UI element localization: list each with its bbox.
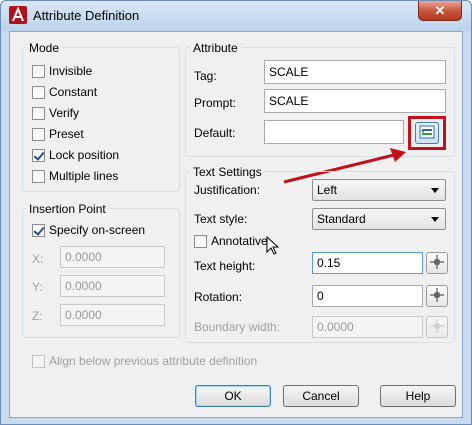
preset-checkbox[interactable] — [32, 127, 45, 141]
x-coordinate-field[interactable] — [60, 246, 165, 268]
text-height-label: Text height: — [194, 259, 256, 273]
mouse-cursor-icon — [266, 236, 280, 255]
y-label: Y: — [32, 280, 43, 294]
z-label: Z: — [32, 309, 43, 323]
rotation-field[interactable] — [312, 285, 423, 307]
lock-position-checkbox-row[interactable]: Lock position — [32, 147, 119, 163]
tag-label: Tag: — [194, 69, 217, 83]
align-below-label: Align below previous attribute definitio… — [49, 354, 258, 368]
verify-checkbox-row[interactable]: Verify — [32, 105, 79, 121]
rotation-pick-button[interactable] — [426, 285, 448, 307]
invisible-checkbox-row[interactable]: Invisible — [32, 63, 92, 79]
crosshair-pick-icon — [430, 318, 444, 336]
title-bar[interactable]: Attribute Definition ✕ — [1, 1, 471, 31]
prompt-label: Prompt: — [194, 96, 237, 110]
y-coordinate-field[interactable] — [60, 275, 165, 297]
dialog-window: Attribute Definition ✕ Mode Invisible Co… — [0, 0, 472, 425]
crosshair-pick-icon — [430, 287, 444, 305]
dialog-client-area: Mode Invisible Constant Verify Preset Lo… — [9, 31, 463, 418]
text-style-value: Standard — [317, 212, 366, 226]
align-below-checkbox-row[interactable]: Align below previous attribute definitio… — [32, 353, 257, 369]
text-height-field[interactable] — [312, 252, 423, 274]
verify-checkbox[interactable] — [32, 106, 45, 120]
default-field[interactable] — [264, 120, 404, 144]
chevron-down-icon — [431, 188, 439, 193]
boundary-width-pick-button[interactable] — [426, 316, 448, 338]
tag-field[interactable] — [264, 60, 446, 84]
annotative-checkbox-row[interactable]: Annotative — [194, 233, 268, 249]
invisible-label: Invisible — [49, 64, 93, 78]
constant-checkbox[interactable] — [32, 85, 45, 99]
z-coordinate-field[interactable] — [60, 304, 165, 326]
text-style-select[interactable]: Standard — [312, 208, 446, 230]
boundary-width-field[interactable] — [312, 316, 423, 338]
insert-field-button[interactable] — [415, 122, 439, 144]
annotative-label: Annotative — [211, 234, 268, 248]
text-style-label: Text style: — [194, 212, 248, 226]
x-label: X: — [32, 252, 44, 266]
text-settings-group-label: Text Settings — [190, 165, 265, 179]
lock-position-label: Lock position — [49, 148, 120, 162]
ok-button[interactable]: OK — [195, 385, 271, 407]
invisible-checkbox[interactable] — [32, 64, 45, 78]
text-height-pick-button[interactable] — [426, 252, 448, 274]
justification-label: Justification: — [194, 183, 261, 197]
boundary-width-label: Boundary width: — [194, 320, 281, 334]
multiple-lines-checkbox[interactable] — [32, 169, 45, 183]
annotative-checkbox[interactable] — [194, 234, 207, 248]
attribute-group-label: Attribute — [190, 41, 241, 55]
constant-checkbox-row[interactable]: Constant — [32, 84, 97, 100]
insertion-point-group-label: Insertion Point — [26, 202, 109, 216]
multiple-lines-label: Multiple lines — [49, 169, 119, 183]
default-label: Default: — [194, 126, 236, 140]
cancel-button[interactable]: Cancel — [283, 385, 359, 407]
rotation-label: Rotation: — [194, 290, 243, 304]
prompt-field[interactable] — [264, 89, 446, 113]
close-icon: ✕ — [434, 2, 446, 18]
insert-field-icon — [419, 125, 435, 142]
specify-on-screen-label: Specify on-screen — [49, 223, 146, 237]
chevron-down-icon — [431, 217, 439, 222]
align-below-checkbox[interactable] — [32, 354, 45, 368]
mode-group-label: Mode — [26, 41, 63, 55]
lock-position-checkbox[interactable] — [32, 148, 45, 162]
constant-label: Constant — [49, 85, 98, 99]
dialog-title: Attribute Definition — [33, 8, 140, 23]
specify-on-screen-checkbox-row[interactable]: Specify on-screen — [32, 222, 145, 238]
help-button[interactable]: Help — [380, 385, 456, 407]
crosshair-pick-icon — [430, 254, 444, 272]
justification-value: Left — [317, 183, 338, 197]
preset-label: Preset — [49, 127, 84, 141]
specify-on-screen-checkbox[interactable] — [32, 223, 45, 237]
close-button[interactable]: ✕ — [418, 1, 462, 21]
multiple-lines-checkbox-row[interactable]: Multiple lines — [32, 168, 118, 184]
justification-select[interactable]: Left — [312, 179, 446, 201]
verify-label: Verify — [49, 106, 80, 120]
preset-checkbox-row[interactable]: Preset — [32, 126, 84, 142]
autocad-icon — [9, 6, 27, 24]
